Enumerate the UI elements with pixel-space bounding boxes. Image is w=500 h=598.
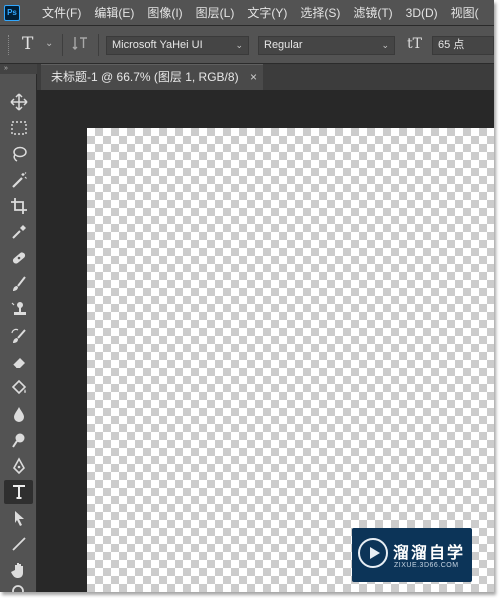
lasso-icon — [12, 146, 27, 162]
marquee-icon — [10, 121, 27, 135]
menu-bar: Ps 文件(F) 编辑(E) 图像(I) 图层(L) 文字(Y) 选择(S) 滤… — [0, 0, 494, 26]
history-brush-tool[interactable] — [4, 324, 33, 348]
move-icon — [9, 93, 28, 111]
chevron-down-icon: ⌄ — [381, 40, 389, 50]
blur-tool[interactable] — [4, 402, 33, 426]
document-tab-bar: 未标题-1 @ 66.7% (图层 1, RGB/8) × — [37, 64, 494, 90]
menu-select[interactable]: 选择(S) — [300, 4, 340, 21]
eraser-tool[interactable] — [4, 350, 33, 374]
menu-type[interactable]: 文字(Y) — [247, 4, 287, 21]
line-icon — [11, 537, 26, 551]
menu-view[interactable]: 视图( — [451, 4, 479, 21]
brush-icon — [12, 276, 26, 291]
close-icon[interactable]: × — [250, 65, 257, 89]
options-grip[interactable] — [8, 35, 10, 55]
paint-bucket-tool[interactable] — [4, 376, 33, 400]
zoom-tool[interactable] — [4, 580, 33, 592]
paint-bucket-icon — [11, 379, 26, 395]
history-brush-icon — [10, 328, 26, 343]
stamp-icon — [11, 302, 26, 315]
play-logo-icon — [358, 538, 388, 568]
watermark-title: 溜溜自学 — [393, 545, 466, 562]
transparent-canvas[interactable] — [87, 128, 494, 592]
path-selection-tool[interactable] — [4, 506, 33, 530]
type-tool-preset-icon[interactable]: T — [22, 34, 33, 54]
font-size-value: 65 点 — [438, 39, 465, 51]
clone-stamp-tool[interactable] — [4, 298, 33, 322]
type-tool[interactable] — [4, 480, 33, 504]
menu-3d[interactable]: 3D(D) — [406, 6, 438, 20]
options-bar: T ⌄ Microsoft YaHei UI ⌄ Regular ⌄ tT 65… — [0, 26, 494, 64]
arrow-pointer-icon — [14, 511, 24, 526]
menu-file[interactable]: 文件(F) — [42, 4, 81, 21]
move-tool[interactable] — [4, 90, 33, 114]
magic-wand-icon — [11, 172, 27, 188]
text-orientation-icon[interactable] — [72, 35, 88, 54]
font-style-value: Regular — [264, 39, 303, 51]
crop-tool[interactable] — [4, 194, 33, 218]
magic-wand-tool[interactable] — [4, 168, 33, 192]
vertical-text-icon — [72, 37, 87, 50]
watermark-badge: 溜溜自学 ZIXUE.3D66.COM — [352, 528, 472, 582]
font-size-input[interactable]: 65 点 — [432, 36, 494, 55]
hand-tool[interactable] — [4, 558, 33, 582]
eraser-icon — [12, 358, 25, 369]
dodge-tool[interactable] — [4, 428, 33, 452]
options-divider — [62, 34, 63, 56]
hand-icon — [10, 563, 23, 578]
menu-image[interactable]: 图像(I) — [147, 4, 182, 21]
watermark-subtitle: ZIXUE.3D66.COM — [394, 562, 459, 569]
zoom-icon — [11, 585, 24, 592]
bandage-icon — [12, 252, 25, 264]
water-drop-icon — [13, 407, 24, 422]
eyedropper-tool[interactable] — [4, 220, 33, 244]
document-tab-title: 未标题-1 @ 66.7% (图层 1, RGB/8) — [51, 70, 239, 84]
brush-tool[interactable] — [4, 272, 33, 296]
dodge-icon — [11, 433, 24, 448]
pen-icon — [12, 457, 25, 475]
type-icon — [12, 485, 25, 499]
font-family-select[interactable]: Microsoft YaHei UI ⌄ — [106, 36, 249, 55]
lasso-tool[interactable] — [4, 142, 33, 166]
chevron-down-icon: ⌄ — [235, 40, 243, 50]
menu-layer[interactable]: 图层(L) — [196, 4, 235, 21]
options-divider — [98, 34, 99, 56]
menu-filter[interactable]: 滤镜(T) — [353, 4, 392, 21]
document-tab[interactable]: 未标题-1 @ 66.7% (图层 1, RGB/8) × — [41, 64, 263, 90]
menu-edit[interactable]: 编辑(E) — [94, 4, 134, 21]
font-style-select[interactable]: Regular ⌄ — [258, 36, 395, 55]
workspace[interactable] — [37, 90, 494, 592]
marquee-tool[interactable] — [4, 116, 33, 140]
photoshop-logo-icon[interactable]: Ps — [4, 4, 20, 21]
eyedropper-icon — [11, 225, 26, 239]
crop-icon — [10, 198, 27, 214]
chevron-down-icon[interactable]: ⌄ — [45, 38, 53, 49]
font-family-value: Microsoft YaHei UI — [112, 39, 203, 51]
photoshop-window: Ps 文件(F) 编辑(E) 图像(I) 图层(L) 文字(Y) 选择(S) 滤… — [0, 0, 494, 592]
font-size-icon: tT — [407, 36, 422, 52]
line-tool[interactable] — [4, 532, 33, 556]
pen-tool[interactable] — [4, 454, 33, 478]
tools-panel — [0, 74, 37, 592]
healing-brush-tool[interactable] — [4, 246, 33, 270]
toolbar-collapse[interactable]: » — [0, 64, 37, 74]
